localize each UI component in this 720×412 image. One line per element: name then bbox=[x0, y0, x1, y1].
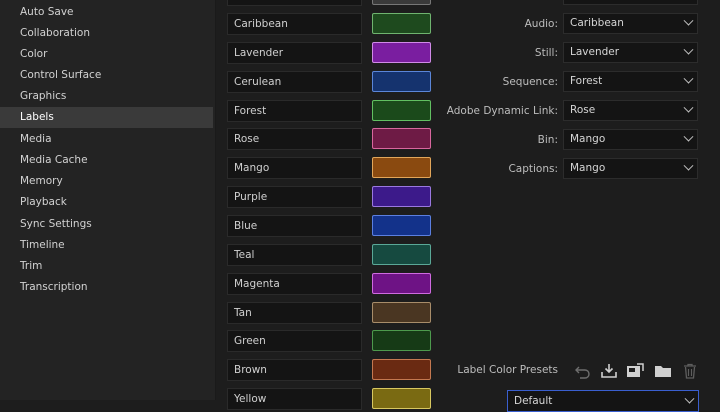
audio-label: Audio: bbox=[524, 18, 558, 30]
sidebar-item-transcription[interactable]: Transcription bbox=[0, 277, 213, 298]
label-name-field[interactable]: Green bbox=[227, 330, 362, 353]
label-color-presets-label: Label Color Presets bbox=[457, 364, 558, 376]
sidebar-item-graphics[interactable]: Graphics bbox=[0, 86, 213, 107]
label-name-field[interactable] bbox=[227, 0, 362, 6]
folder-icon[interactable] bbox=[654, 363, 672, 379]
label-name-field[interactable]: Rose bbox=[227, 128, 362, 151]
sequence-select[interactable]: Forest bbox=[563, 71, 698, 92]
assignment-select-partial[interactable] bbox=[563, 0, 698, 5]
sidebar-item-timeline[interactable]: Timeline bbox=[0, 235, 213, 256]
dynamic-link-select-value: Rose bbox=[570, 104, 596, 116]
label-name-field[interactable]: Lavender bbox=[227, 41, 362, 64]
audio-select[interactable]: Caribbean bbox=[563, 13, 698, 34]
trash-icon[interactable] bbox=[681, 363, 699, 379]
chevron-down-icon bbox=[683, 73, 694, 84]
sidebar-item-collaboration[interactable]: Collaboration bbox=[0, 23, 213, 44]
audio-select-value: Caribbean bbox=[570, 17, 624, 29]
label-name-field[interactable]: Brown bbox=[227, 359, 362, 382]
preset-select[interactable]: Default bbox=[507, 390, 699, 412]
chevron-down-icon bbox=[683, 131, 694, 142]
captions-select-value: Mango bbox=[570, 162, 606, 174]
sidebar-item-control-surface[interactable]: Control Surface bbox=[0, 65, 213, 86]
undo-icon[interactable] bbox=[574, 363, 592, 379]
still-select-value: Lavender bbox=[570, 46, 620, 58]
sidebar-item-sync-settings[interactable]: Sync Settings bbox=[0, 214, 213, 235]
sidebar-item-color[interactable]: Color bbox=[0, 44, 213, 65]
label-color-swatch[interactable] bbox=[372, 243, 431, 265]
label-name-field[interactable]: Magenta bbox=[227, 272, 362, 295]
save-preset-icon[interactable] bbox=[626, 363, 644, 379]
label-name-field[interactable]: Purple bbox=[227, 186, 362, 209]
sequence-select-value: Forest bbox=[570, 75, 603, 87]
sidebar-item-playback[interactable]: Playback bbox=[0, 192, 213, 213]
label-name-field[interactable]: Forest bbox=[227, 99, 362, 122]
label-name-field[interactable]: Cerulean bbox=[227, 70, 362, 93]
label-name-field[interactable]: Blue bbox=[227, 214, 362, 237]
label-name-field[interactable]: Tan bbox=[227, 301, 362, 324]
still-label: Still: bbox=[534, 47, 558, 59]
label-color-swatch[interactable] bbox=[372, 301, 431, 323]
import-icon[interactable] bbox=[600, 363, 618, 379]
bin-select[interactable]: Mango bbox=[563, 129, 698, 150]
sidebar-item-memory[interactable]: Memory bbox=[0, 171, 213, 192]
sidebar-item-trim[interactable]: Trim bbox=[0, 256, 213, 277]
label-color-swatch[interactable] bbox=[372, 330, 431, 352]
label-name-field[interactable]: Caribbean bbox=[227, 13, 362, 35]
label-swatch[interactable] bbox=[372, 0, 431, 5]
label-color-swatch[interactable] bbox=[372, 214, 431, 236]
preset-select-value: Default bbox=[514, 395, 553, 407]
label-name-field[interactable]: Yellow bbox=[227, 388, 362, 411]
label-color-swatch[interactable] bbox=[372, 359, 431, 381]
still-select[interactable]: Lavender bbox=[563, 42, 698, 63]
label-color-swatch[interactable] bbox=[372, 186, 431, 208]
chevron-down-icon bbox=[683, 102, 694, 113]
bin-select-value: Mango bbox=[570, 133, 606, 145]
sidebar-item-auto-save[interactable]: Auto Save bbox=[0, 2, 213, 23]
label-name-field[interactable]: Teal bbox=[227, 243, 362, 266]
dynamic-link-label: Adobe Dynamic Link: bbox=[446, 105, 558, 117]
sequence-label: Sequence: bbox=[502, 76, 558, 88]
dynamic-link-select[interactable]: Rose bbox=[563, 100, 698, 121]
captions-label: Captions: bbox=[508, 163, 558, 175]
sidebar: Auto Save Collaboration Color Control Su… bbox=[0, 0, 216, 400]
label-color-swatch[interactable] bbox=[372, 388, 431, 410]
sidebar-item-labels[interactable]: Labels bbox=[0, 107, 213, 128]
chevron-down-icon bbox=[683, 160, 694, 171]
sidebar-item-media[interactable]: Media bbox=[0, 129, 213, 150]
chevron-down-icon bbox=[683, 15, 694, 26]
chevron-down-icon bbox=[684, 393, 695, 404]
label-name-field[interactable]: Mango bbox=[227, 157, 362, 180]
captions-select[interactable]: Mango bbox=[563, 158, 698, 179]
sidebar-item-media-cache[interactable]: Media Cache bbox=[0, 150, 213, 171]
chevron-down-icon bbox=[683, 44, 694, 55]
label-color-swatch[interactable] bbox=[372, 272, 431, 294]
bin-label: Bin: bbox=[537, 134, 558, 146]
